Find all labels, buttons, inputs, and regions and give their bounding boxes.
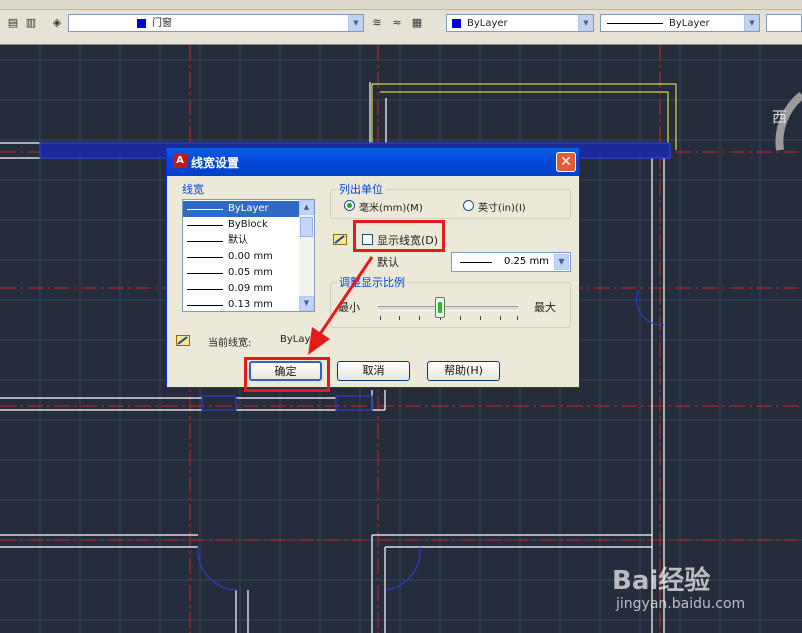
layer-combo[interactable]: 门窗 ▼ — [68, 14, 364, 32]
scroll-thumb[interactable] — [300, 217, 313, 237]
unit-in-radio[interactable] — [463, 200, 474, 211]
default-value: 0.25 mm — [504, 256, 549, 267]
help-button[interactable]: 帮助(H) — [427, 361, 500, 381]
close-button[interactable]: ✕ — [556, 152, 576, 172]
highlight-show-lineweight — [353, 220, 445, 252]
layer-previous-icon[interactable]: ≈ — [390, 16, 404, 30]
dialog-title: 线宽设置 — [191, 156, 240, 170]
linetype-value: ByLayer — [669, 18, 710, 29]
baidu-url: jingyan.baidu.com — [616, 596, 746, 612]
display-lineweight-icon — [333, 234, 347, 245]
default-lineweight-dropdown[interactable]: 0.25 mm ▼ — [451, 252, 571, 272]
unit-in-label: 英寸(in)(I) — [478, 203, 526, 214]
list-item[interactable]: 0.09 mm — [183, 281, 300, 297]
unit-mm-label: 毫米(mm)(M) — [359, 203, 423, 214]
lineweight-combo[interactable] — [766, 14, 802, 32]
layer-properties-icon[interactable]: ▥ — [24, 16, 38, 30]
toolbar-top-row — [0, 0, 802, 10]
autocad-logo-icon: A — [173, 154, 187, 168]
layer-state-icon[interactable]: ◈ — [50, 16, 64, 30]
match-layer-icon[interactable]: ▦ — [410, 16, 424, 30]
make-current-icon[interactable]: ≋ — [370, 16, 384, 30]
unit-mm-radio[interactable] — [344, 200, 355, 211]
compass-label: 西 — [772, 108, 787, 126]
layer-manager-icon[interactable]: ▤ — [6, 16, 20, 30]
layer-name: 门窗 — [152, 18, 172, 29]
list-item[interactable]: 0.00 mm — [183, 249, 300, 265]
scale-max-label: 最大 — [534, 301, 556, 314]
current-lineweight-label: 当前线宽: — [208, 338, 252, 349]
chevron-down-icon[interactable]: ▼ — [578, 15, 593, 31]
list-item[interactable]: 默认 — [183, 233, 300, 249]
units-group-label: 列出单位 — [337, 181, 385, 197]
chevron-down-icon[interactable]: ▼ — [348, 15, 363, 31]
lineweight-sample — [460, 262, 492, 263]
lineweight-list[interactable]: ByLayer ByBlock 默认 0.00 mm 0.05 mm 0.09 … — [182, 199, 315, 312]
scale-slider-thumb[interactable] — [435, 297, 445, 318]
scroll-up-icon[interactable]: ▲ — [299, 200, 314, 215]
lineweight-group-label: 线宽 — [182, 183, 204, 196]
color-value: ByLayer — [467, 18, 508, 29]
annotation-arrow — [308, 256, 374, 355]
chevron-down-icon[interactable]: ▼ — [554, 254, 569, 270]
baidu-watermark: Bai经验 jingyan.baidu.com — [612, 560, 772, 620]
chevron-down-icon[interactable]: ▼ — [744, 15, 759, 31]
list-item[interactable]: ByBlock — [183, 217, 300, 233]
list-item[interactable]: 0.13 mm — [183, 297, 300, 311]
linetype-combo[interactable]: ByLayer ▼ — [600, 14, 760, 32]
scale-slider-track[interactable] — [378, 306, 518, 311]
dialog-titlebar[interactable]: A 线宽设置 ✕ — [167, 148, 579, 176]
list-item[interactable]: ByLayer — [183, 201, 300, 217]
toolbar: ▤ ▥ ◈ 💡 ☀ ☼ 🔓 门窗 ▼ ≋ ≈ ▦ ByLayer ▼ ByLay… — [0, 0, 802, 45]
baidu-logo-text: Bai经验 — [612, 566, 711, 596]
color-combo[interactable]: ByLayer ▼ — [446, 14, 594, 32]
list-item[interactable]: 0.05 mm — [183, 265, 300, 281]
current-lineweight-icon — [176, 335, 190, 346]
layer-color-swatch — [137, 19, 146, 28]
color-swatch — [452, 19, 461, 28]
linetype-sample — [607, 23, 663, 24]
